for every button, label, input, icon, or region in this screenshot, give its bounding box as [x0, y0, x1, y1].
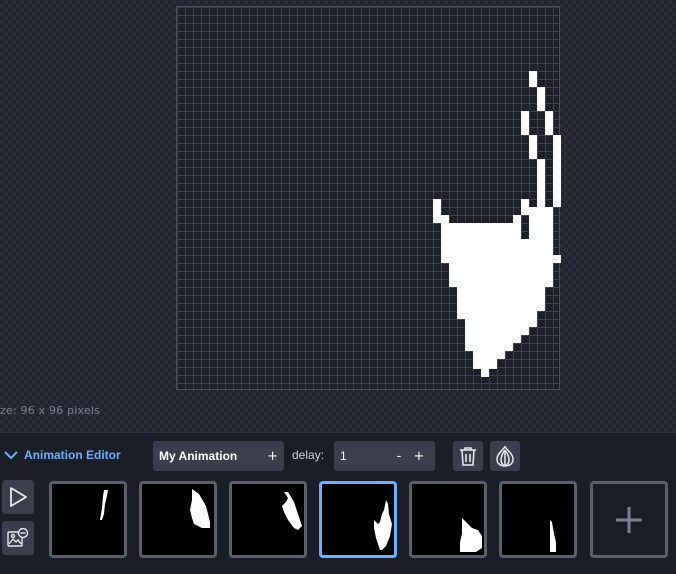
onion-skin-icon: [496, 445, 514, 467]
frame-preview: [190, 489, 210, 528]
delay-stepper[interactable]: 1 - +: [334, 441, 435, 471]
delete-frame-button[interactable]: [453, 441, 483, 471]
remove-frame-image-button[interactable]: [2, 521, 34, 555]
onion-skin-button[interactable]: [490, 441, 520, 471]
canvas-size-label: ze: 96 x 96 pixels: [0, 404, 101, 417]
animation-editor-title: Animation Editor: [24, 448, 121, 462]
play-button[interactable]: [2, 480, 34, 514]
delay-decrement-button[interactable]: -: [389, 449, 409, 464]
animation-name: My Animation: [159, 449, 238, 463]
delay-label: delay:: [292, 448, 325, 462]
image-remove-icon: [7, 528, 29, 547]
frame-preview: [460, 518, 482, 552]
frame-preview: [550, 520, 556, 552]
trash-icon: [460, 447, 476, 466]
frame-thumbnail-6[interactable]: [499, 481, 577, 558]
add-frame-button[interactable]: [590, 481, 668, 558]
animation-name-select[interactable]: My Animation +: [153, 441, 284, 471]
frame-thumbnail-4[interactable]: [319, 481, 397, 558]
animation-editor-toggle[interactable]: Animation Editor: [4, 447, 121, 463]
animation-editor-panel: Animation Editor My Animation + delay: 1…: [0, 432, 676, 574]
frame-thumbnail-3[interactable]: [229, 481, 307, 558]
pixel-drawing: [433, 71, 561, 377]
delay-increment-button[interactable]: +: [409, 449, 429, 464]
frame-thumbnail-2[interactable]: [139, 481, 217, 558]
add-animation-button[interactable]: +: [267, 449, 278, 464]
frame-preview: [100, 490, 108, 520]
frame-preview: [282, 492, 302, 530]
frame-preview: [374, 500, 392, 550]
delay-value[interactable]: 1: [340, 449, 389, 463]
frame-thumbnail-1[interactable]: [49, 481, 127, 558]
pixel-canvas[interactable]: [176, 6, 561, 390]
chevron-down-icon: [4, 451, 18, 460]
frame-thumbnail-5[interactable]: [409, 481, 487, 558]
plus-icon: [616, 506, 642, 533]
canvas-area[interactable]: [0, 0, 676, 432]
play-icon: [10, 487, 27, 507]
